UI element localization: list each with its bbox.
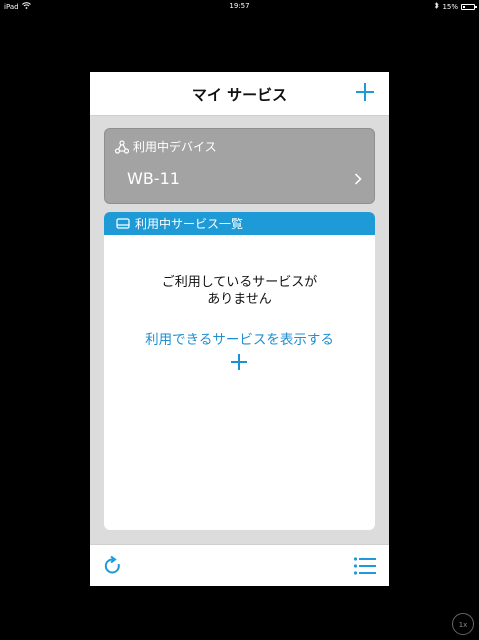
plus-icon: [231, 354, 247, 370]
empty-message-line2: ありません: [207, 292, 272, 307]
battery-icon: [461, 3, 477, 10]
app-window: マイ サービス 利用中デバイス WB-11 利用中サービス一覧 ご利用しているサ…: [90, 72, 389, 586]
refresh-button[interactable]: [102, 555, 124, 577]
chevron-right-icon: [354, 171, 362, 185]
services-section-header: 利用中サービス一覧: [104, 212, 375, 235]
refresh-icon: [104, 555, 120, 574]
list-icon: [353, 557, 376, 575]
add-available-service-button[interactable]: [229, 352, 249, 372]
zoom-badge[interactable]: 1x: [452, 613, 474, 635]
device-icon: [116, 217, 130, 229]
device-section-title: 利用中デバイス: [133, 140, 217, 154]
status-right: 15%: [434, 2, 477, 11]
services-card: 利用中サービス一覧 ご利用しているサービスが ありません 利用できるサービスを表…: [104, 212, 375, 530]
plus-icon: [356, 83, 374, 101]
network-nodes-icon: [115, 139, 129, 154]
device-section-header: 利用中デバイス: [115, 138, 217, 155]
bluetooth-icon: [434, 2, 440, 11]
show-available-services-link[interactable]: 利用できるサービスを表示する: [104, 328, 375, 348]
status-bar: iPad 19:57 15%: [0, 0, 479, 12]
services-section-title: 利用中サービス一覧: [135, 217, 244, 231]
empty-message: ご利用しているサービスが ありません: [104, 274, 375, 308]
device-card[interactable]: 利用中デバイス WB-11: [104, 128, 375, 204]
battery-percent: 15%: [442, 2, 458, 11]
menu-button[interactable]: [353, 555, 377, 577]
add-service-button[interactable]: [353, 80, 377, 104]
bottom-toolbar: [90, 544, 389, 586]
device-name: WB-11: [127, 169, 180, 188]
page-title: マイ サービス: [191, 86, 288, 104]
status-time: 19:57: [229, 2, 250, 10]
empty-message-line1: ご利用しているサービスが: [161, 275, 318, 290]
nav-bar: マイ サービス: [90, 72, 389, 116]
battery-level-fill: [463, 5, 465, 8]
